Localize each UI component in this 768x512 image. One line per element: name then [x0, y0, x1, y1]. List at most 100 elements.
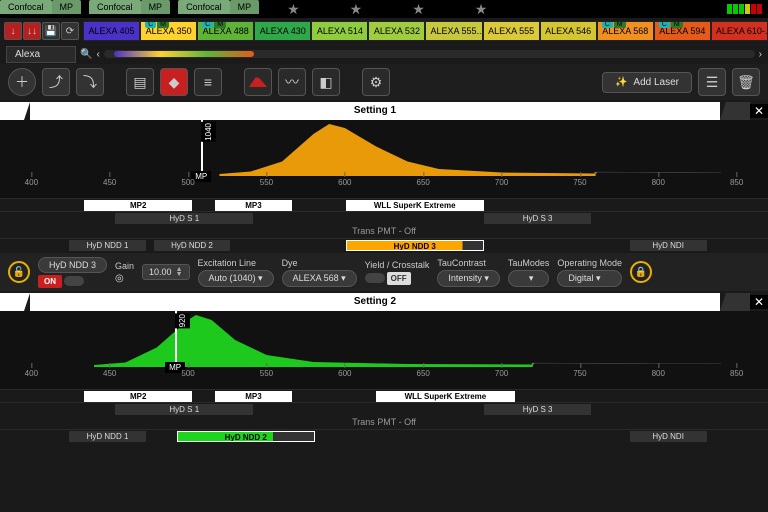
target-icon[interactable]: ◎	[115, 273, 134, 284]
on-toggle[interactable]: ON	[38, 275, 62, 288]
trash-button[interactable]: 🗑	[732, 68, 760, 96]
axis-tick: 650	[416, 178, 429, 187]
taucontrast-label: TauContrast	[437, 258, 500, 268]
star-icon[interactable]: ★	[287, 1, 300, 18]
axis-tick: 600	[338, 369, 351, 378]
detector-hyd-ndd-2[interactable]: HyD NDD 2	[177, 431, 315, 442]
add-laser-button[interactable]: ✨ Add Laser	[602, 72, 692, 93]
refresh-button[interactable]: ⟳	[61, 22, 79, 40]
lock-icon[interactable]: 🔓	[8, 261, 30, 283]
axis-tick: 700	[495, 178, 508, 187]
curve-icon[interactable]: 〰	[278, 68, 306, 96]
axis-tick: 850	[730, 369, 743, 378]
search-input[interactable]	[6, 46, 76, 63]
opmode-select[interactable]: Digital ▾	[557, 270, 622, 287]
detector-mp3[interactable]: MP3	[215, 200, 292, 211]
detector-hyd-ndi[interactable]: HyD NDI	[630, 431, 707, 442]
channel-alexa-568[interactable]: CMALEXA 568	[597, 21, 654, 41]
record-button[interactable]: ◆	[160, 68, 188, 96]
detector-mp3[interactable]: MP3	[215, 391, 292, 402]
upload-button[interactable]: ⤴	[42, 68, 70, 96]
dye-select[interactable]: ALEXA 568 ▾	[282, 270, 357, 287]
trans-pmt-label: Trans PMT - Off	[0, 415, 768, 429]
channel-alexa-546[interactable]: ALEXA 546	[540, 21, 597, 41]
channel-alexa-405[interactable]: ALEXA 405	[83, 21, 140, 41]
eraser-icon[interactable]: ◧	[312, 68, 340, 96]
scroll-right-icon[interactable]: ›	[759, 49, 762, 60]
setting-1-panel: ☑ Setting 1 ✕ 1040 MP 400450500550600650…	[0, 102, 768, 251]
lock-icon[interactable]: 🔒	[630, 261, 652, 283]
taucontrast-select[interactable]: Intensity ▾	[437, 270, 500, 287]
axis-tick: 550	[260, 178, 273, 187]
channel-alexa-514[interactable]: ALEXA 514	[311, 21, 368, 41]
dye-label: Dye	[282, 258, 357, 268]
excitation-select[interactable]: Auto (1040) ▾	[198, 270, 274, 287]
channel-alexa-555[interactable]: ALEXA 555	[483, 21, 540, 41]
yield-toggle[interactable]: OFF	[387, 272, 411, 285]
search-icon[interactable]: 🔍	[80, 49, 92, 60]
favorites-bar: ★ ★ ★ ★	[267, 0, 727, 18]
save-preset-button[interactable]: 💾	[42, 22, 60, 40]
detector-controls: 🔓 HyD NDD 3 ON Gain ◎ 10.00▲▼ Excitation…	[0, 253, 768, 291]
detector-mp2[interactable]: MP2	[84, 391, 192, 402]
mp-tab[interactable]: MP	[141, 0, 171, 14]
close-icon[interactable]: ✕	[750, 104, 768, 118]
detector-mp2[interactable]: MP2	[84, 200, 192, 211]
star-icon[interactable]: ★	[350, 1, 363, 18]
confocal-tab[interactable]: Confocal	[0, 0, 52, 14]
detector-hyd-s-1[interactable]: HyD S 1	[115, 404, 253, 415]
download-button[interactable]: ⤵	[76, 68, 104, 96]
channel-alexa-555-[interactable]: ALEXA 555...	[425, 21, 482, 41]
detector-wll-superk-extreme[interactable]: WLL SuperK Extreme	[376, 391, 514, 402]
settings-icon[interactable]: ⚙	[362, 68, 390, 96]
sort-asc-button[interactable]: ↓↓	[23, 22, 41, 40]
trans-pmt-label: Trans PMT - Off	[0, 224, 768, 238]
detector-hyd-s-1[interactable]: HyD S 1	[115, 213, 253, 224]
detector-hyd-ndd-1[interactable]: HyD NDD 1	[69, 431, 146, 442]
detector-hyd-s-3[interactable]: HyD S 3	[484, 404, 592, 415]
detector-hyd-ndi[interactable]: HyD NDI	[630, 240, 707, 251]
axis-tick: 550	[260, 369, 273, 378]
axis-tick: 800	[652, 369, 665, 378]
stack-icon[interactable]: ≡	[194, 68, 222, 96]
laser-wavelength-label: 1040	[201, 122, 216, 142]
star-icon[interactable]: ★	[475, 1, 488, 18]
spectrum-icon[interactable]	[244, 68, 272, 96]
channel-alexa-350[interactable]: CMALEXA 350	[140, 21, 197, 41]
channel-scrollbar[interactable]	[104, 50, 755, 58]
confocal-tab[interactable]: Confocal	[178, 0, 230, 14]
layers-icon[interactable]: ▤	[126, 68, 154, 96]
channel-alexa-610-[interactable]: ALEXA 610-...	[711, 21, 768, 41]
close-icon[interactable]: ✕	[750, 295, 768, 309]
mp-tab[interactable]: MP	[52, 0, 82, 14]
axis-tick: 850	[730, 178, 743, 187]
detector-hyd-s-3[interactable]: HyD S 3	[484, 213, 592, 224]
detector-hyd-ndd-3[interactable]: HyD NDD 3	[346, 240, 484, 251]
channel-alexa-532[interactable]: ALEXA 532	[368, 21, 425, 41]
detector-hyd-ndd-1[interactable]: HyD NDD 1	[69, 240, 146, 251]
axis-tick: 500	[181, 178, 194, 187]
detector-select[interactable]: HyD NDD 3	[38, 257, 107, 273]
sort-desc-button[interactable]: ↓	[4, 22, 22, 40]
mp-tab[interactable]: MP	[230, 0, 260, 14]
panel-title: Setting 1	[30, 102, 720, 120]
laser-icon: ✨	[615, 77, 627, 88]
axis-tick: 750	[573, 178, 586, 187]
confocal-tab[interactable]: Confocal	[89, 0, 141, 14]
channel-alexa-488[interactable]: CMALEXA 488	[197, 21, 254, 41]
channel-alexa-430[interactable]: ALEXA 430	[254, 21, 311, 41]
panel-title: Setting 2	[30, 293, 720, 311]
gain-label: Gain	[115, 261, 134, 271]
axis-tick: 500	[181, 369, 194, 378]
axis-tick: 400	[25, 369, 38, 378]
scroll-left-icon[interactable]: ‹	[96, 49, 99, 60]
add-button[interactable]: ＋	[8, 68, 36, 96]
star-icon[interactable]: ★	[412, 1, 425, 18]
gain-stepper[interactable]: 10.00▲▼	[142, 264, 189, 280]
detector-hyd-ndd-2[interactable]: HyD NDD 2	[154, 240, 231, 251]
axis-tick: 700	[495, 369, 508, 378]
list-button[interactable]: ☰	[698, 68, 726, 96]
detector-wll-superk-extreme[interactable]: WLL SuperK Extreme	[346, 200, 484, 211]
taumodes-select[interactable]: ▾	[508, 270, 550, 287]
channel-alexa-594[interactable]: CMALEXA 594	[654, 21, 711, 41]
